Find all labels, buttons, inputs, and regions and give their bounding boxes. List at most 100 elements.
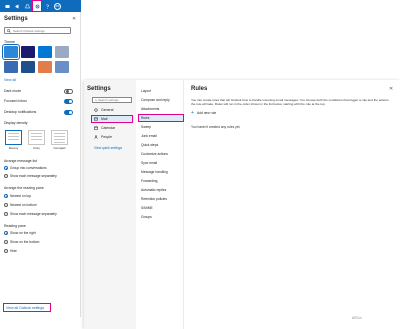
sub-nav-label: Retention policies xyxy=(141,197,168,201)
radio-newest-top[interactable]: Newest on top xyxy=(4,194,31,198)
nav-item-mail[interactable]: Mail xyxy=(91,115,133,123)
nav-item-general[interactable]: General xyxy=(92,107,132,113)
sub-nav-label: Customize actions xyxy=(141,152,168,156)
watermark: ARCcr xyxy=(352,316,362,320)
focused-inbox-label: Focused Inbox xyxy=(4,99,27,103)
add-new-rule-button[interactable]: + Add new rule xyxy=(191,110,216,116)
radio-button[interactable] xyxy=(4,166,8,170)
sub-nav-item-sweep[interactable]: Sweep xyxy=(139,124,183,130)
arrange-label: Arrange message list xyxy=(4,159,37,163)
dark-mode-label: Dark mode xyxy=(4,89,22,93)
sub-nav-label: Junk email xyxy=(141,134,157,138)
sub-nav-item-groups[interactable]: Groups xyxy=(139,214,183,220)
sub-nav-item-retention-policies[interactable]: Retention policies xyxy=(139,196,183,202)
radio-button[interactable] xyxy=(4,249,8,253)
teams-icon[interactable] xyxy=(2,0,12,12)
radio-newest-bottom[interactable]: Newest on bottom xyxy=(4,203,37,207)
plus-icon: + xyxy=(191,110,194,116)
radio-pane-bottom[interactable]: Show on the bottom xyxy=(4,240,39,244)
density-cozy[interactable]: Cozy xyxy=(27,130,46,150)
sub-nav-item-automatic-replies[interactable]: Automatic replies xyxy=(139,187,183,193)
bell-icon[interactable] xyxy=(22,0,32,12)
settings-search-box[interactable] xyxy=(92,97,132,103)
sub-nav-item-attachments[interactable]: Attachments xyxy=(139,106,183,112)
sub-nav-label: Sweep xyxy=(141,125,152,129)
search-icon xyxy=(95,99,97,101)
radio-button[interactable] xyxy=(4,194,8,198)
density-options: Roomy Cozy Compact xyxy=(4,130,69,150)
radio-button[interactable] xyxy=(4,212,8,216)
sub-nav-item-quick-steps[interactable]: Quick steps xyxy=(139,142,183,148)
dialog-title: Settings xyxy=(87,86,111,92)
radio-group-conversations[interactable]: Group into conversations xyxy=(4,166,47,170)
reading-order-label: Arrange the reading pane xyxy=(4,186,44,190)
sub-nav-item-s-mime[interactable]: S/MIME xyxy=(139,205,183,211)
sub-nav-label: Rules xyxy=(141,116,150,120)
mail-icon xyxy=(94,117,98,121)
radio-pane-right[interactable]: Show on the right xyxy=(4,231,36,235)
gear-icon xyxy=(94,108,98,112)
radio-pane-hide[interactable]: Hide xyxy=(4,249,17,253)
focused-inbox-row: Focused Inbox xyxy=(4,98,73,104)
nav-item-calendar[interactable]: Calendar xyxy=(92,125,132,131)
gear-icon[interactable] xyxy=(32,0,42,12)
search-icon xyxy=(7,28,11,33)
radio-show-separately[interactable]: Show each message separately xyxy=(4,174,57,178)
rules-title: Rules xyxy=(191,86,208,92)
radio-button[interactable] xyxy=(4,231,8,235)
rules-pane: Rules ✕ You can create rules that tell O… xyxy=(185,80,400,329)
settings-search-input[interactable] xyxy=(98,98,131,102)
sub-nav-label: Layout xyxy=(141,89,151,93)
mail-sub-nav: Layout Compose and reply Attachments Rules S… xyxy=(136,80,184,329)
quick-settings-panel: WK Settings ✕ Theme View all Dark mode F… xyxy=(0,0,81,317)
theme-swatch[interactable] xyxy=(2,44,20,60)
sub-nav-label: Attachments xyxy=(141,107,160,111)
panel-title: Settings xyxy=(4,16,28,22)
theme-grid xyxy=(2,44,72,73)
sub-nav-label: Message handling xyxy=(141,170,168,174)
search-input[interactable] xyxy=(12,28,70,33)
radio-button[interactable] xyxy=(4,174,8,178)
close-icon[interactable]: ✕ xyxy=(389,86,393,92)
sub-nav-item-sync-email[interactable]: Sync email xyxy=(139,160,183,166)
sub-nav-item-message-handling[interactable]: Message handling xyxy=(139,169,183,175)
density-roomy[interactable]: Roomy xyxy=(4,130,23,150)
sub-nav-item-customize-actions[interactable]: Customize actions xyxy=(139,151,183,157)
close-icon[interactable]: ✕ xyxy=(72,16,76,22)
dark-mode-toggle[interactable] xyxy=(64,88,73,94)
radio-button[interactable] xyxy=(4,240,8,244)
radio-button[interactable] xyxy=(4,203,8,207)
top-bar: WK xyxy=(0,0,81,12)
sub-nav-label: Forwarding xyxy=(141,179,158,183)
sub-nav-item-rules[interactable]: Rules xyxy=(138,114,184,122)
radio-each-separately[interactable]: Show each message separately xyxy=(4,212,57,216)
sub-nav-item-layout[interactable]: Layout xyxy=(139,88,183,94)
theme-swatch[interactable] xyxy=(21,46,35,58)
reading-pane-label: Reading pane xyxy=(4,224,26,228)
theme-swatch[interactable] xyxy=(38,46,52,58)
avatar[interactable]: WK xyxy=(54,2,61,10)
density-compact[interactable]: Compact xyxy=(50,130,69,150)
help-icon[interactable] xyxy=(42,0,52,12)
theme-swatch[interactable] xyxy=(4,61,18,73)
theme-swatch[interactable] xyxy=(55,46,69,58)
focused-inbox-toggle[interactable] xyxy=(64,98,73,104)
search-box[interactable] xyxy=(4,27,71,34)
view-quick-settings-link[interactable]: View quick settings xyxy=(94,146,122,150)
sub-nav-item-forwarding[interactable]: Forwarding xyxy=(139,178,183,184)
view-all-outlook-settings-link[interactable]: View all Outlook settings xyxy=(3,303,51,312)
dark-mode-row: Dark mode xyxy=(4,88,73,94)
settings-dialog: Settings General Mail Calendar People Vi… xyxy=(84,80,400,329)
sub-nav-item-junk-email[interactable]: Junk email xyxy=(139,133,183,139)
theme-swatch[interactable] xyxy=(55,61,69,73)
sub-nav-item-compose-and-reply[interactable]: Compose and reply xyxy=(139,97,183,103)
desktop-notifications-toggle[interactable] xyxy=(64,109,73,115)
megaphone-icon[interactable] xyxy=(12,0,22,12)
theme-swatch[interactable] xyxy=(21,61,35,73)
sub-nav-label: Quick steps xyxy=(141,143,159,147)
theme-swatch[interactable] xyxy=(38,61,52,73)
nav-item-people[interactable]: People xyxy=(92,134,132,140)
display-density-label: Display density xyxy=(4,121,28,125)
sub-nav-label: S/MIME xyxy=(141,206,153,210)
view-all-themes-link[interactable]: View all xyxy=(4,78,16,82)
